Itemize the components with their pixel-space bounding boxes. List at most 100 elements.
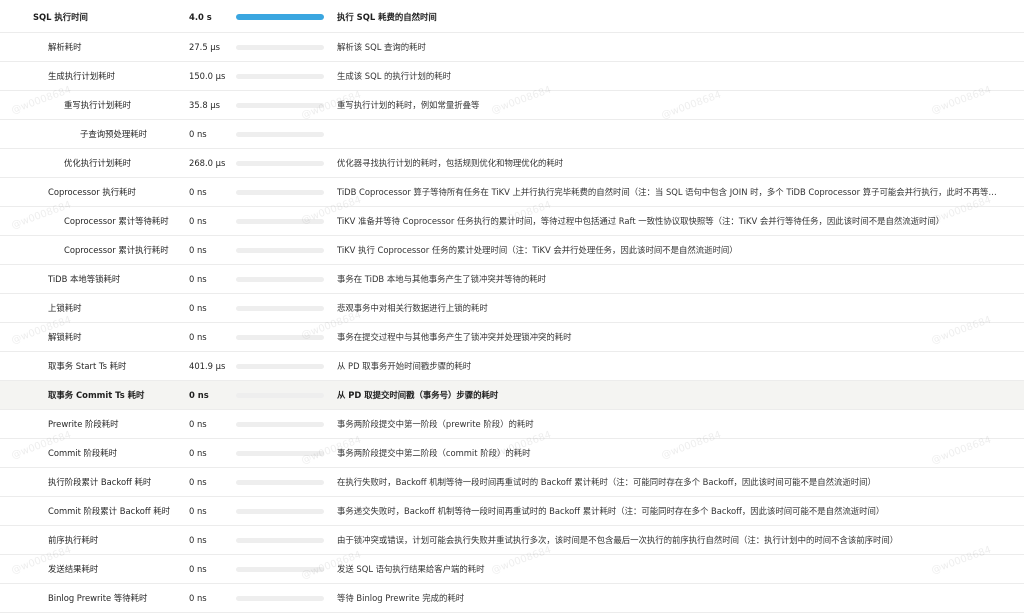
duration-bar	[236, 364, 324, 369]
table-row[interactable]: 取事务 Start Ts 耗时 401.9 µs 从 PD 取事务开始时间戳步骤的耗…	[0, 352, 1024, 381]
metric-description: TiDB Coprocessor 算子等待所有任务在 TiKV 上并行执行完毕耗…	[337, 187, 1000, 197]
metric-value: 268.0 µs	[189, 158, 226, 168]
duration-bar	[236, 45, 324, 50]
metric-description: 执行 SQL 耗费的自然时间	[337, 12, 437, 22]
duration-bar	[236, 161, 324, 166]
metric-description: 等待 Binlog Prewrite 完成的耗时	[337, 593, 465, 603]
metric-value: 0 ns	[189, 564, 207, 574]
metric-name: 解析耗时	[48, 42, 82, 52]
metric-value: 0 ns	[189, 448, 207, 458]
table-row[interactable]: SQL 执行时间 4.0 s 执行 SQL 耗费的自然时间	[0, 0, 1024, 33]
metric-description: 事务在提交过程中与其他事务产生了锁冲突并处理锁冲突的耗时	[337, 332, 572, 342]
metric-name: 取事务 Commit Ts 耗时	[48, 390, 145, 400]
metric-description: 从 PD 取提交时间戳（事务号）步骤的耗时	[337, 390, 499, 400]
metric-name: Commit 阶段累计 Backoff 耗时	[48, 506, 171, 516]
metric-description: 解析该 SQL 查询的耗时	[337, 42, 426, 52]
table-row[interactable]: 取事务 Commit Ts 耗时 0 ns 从 PD 取提交时间戳（事务号）步骤的耗…	[0, 381, 1024, 410]
metric-value: 0 ns	[189, 129, 207, 139]
metric-description: 生成该 SQL 的执行计划的耗时	[337, 71, 452, 81]
metric-value: 401.9 µs	[189, 361, 226, 371]
table-row[interactable]: 解析耗时 27.5 µs 解析该 SQL 查询的耗时	[0, 33, 1024, 62]
metric-description: 发送 SQL 语句执行结果给客户端的耗时	[337, 564, 485, 574]
metric-value: 35.8 µs	[189, 100, 221, 110]
metric-name: Coprocessor 累计执行耗时	[64, 245, 169, 255]
duration-bar	[236, 480, 324, 485]
metric-value: 0 ns	[189, 419, 207, 429]
duration-bar	[236, 335, 324, 340]
table-row[interactable]: Coprocessor 累计等待耗时 0 ns TiKV 准备并等待 Coproce…	[0, 207, 1024, 236]
metric-value: 0 ns	[189, 477, 207, 487]
metric-description: 事务两阶段提交中第一阶段（prewrite 阶段）的耗时	[337, 419, 534, 429]
metric-description: 优化器寻找执行计划的耗时，包括规则优化和物理优化的耗时	[337, 158, 564, 168]
duration-bar	[236, 509, 324, 514]
metric-value: 0 ns	[189, 303, 207, 313]
table-row[interactable]: Prewrite 阶段耗时 0 ns 事务两阶段提交中第一阶段（prewrite 阶…	[0, 410, 1024, 439]
metric-name: Coprocessor 累计等待耗时	[64, 216, 169, 226]
table-row[interactable]: 重写执行计划耗时 35.8 µs 重写执行计划的耗时，例如常量折叠等	[0, 91, 1024, 120]
table-row[interactable]: 生成执行计划耗时 150.0 µs 生成该 SQL 的执行计划的耗时	[0, 62, 1024, 91]
duration-bar	[236, 596, 324, 601]
metric-name: 取事务 Start Ts 耗时	[48, 361, 127, 371]
table-row[interactable]: 子查询预处理耗时 0 ns	[0, 120, 1024, 149]
metric-value: 0 ns	[189, 216, 207, 226]
metric-value: 0 ns	[189, 506, 207, 516]
table-row[interactable]: 发送结果耗时 0 ns 发送 SQL 语句执行结果给客户端的耗时	[0, 555, 1024, 584]
metric-value: 0 ns	[189, 332, 207, 342]
metric-value: 0 ns	[189, 390, 209, 400]
table-row[interactable]: 执行阶段累计 Backoff 耗时 0 ns 在执行失败时，Backoff 机制等待…	[0, 468, 1024, 497]
table-row[interactable]: Coprocessor 累计执行耗时 0 ns TiKV 执行 Coprocesso…	[0, 236, 1024, 265]
table-row[interactable]: 前序执行耗时 0 ns 由于锁冲突或错误，计划可能会执行失败并重试执行多次，该时间是…	[0, 526, 1024, 555]
metric-description: TiKV 准备并等待 Coprocessor 任务执行的累计时间，等待过程中包括…	[337, 216, 945, 226]
metric-value: 0 ns	[189, 245, 207, 255]
metric-name: 解锁耗时	[48, 332, 82, 342]
metric-name: Commit 阶段耗时	[48, 448, 118, 458]
duration-bar	[236, 451, 324, 456]
metric-description: 事务两阶段提交中第二阶段（commit 阶段）的耗时	[337, 448, 531, 458]
table-row[interactable]: Commit 阶段累计 Backoff 耗时 0 ns 事务递交失败时，Backof…	[0, 497, 1024, 526]
metric-value: 4.0 s	[189, 12, 212, 22]
metric-value: 150.0 µs	[189, 71, 226, 81]
duration-bar	[236, 248, 324, 253]
metric-description: TiKV 执行 Coprocessor 任务的累计处理时间（注：TiKV 会并行…	[337, 245, 738, 255]
metric-value: 0 ns	[189, 274, 207, 284]
metric-description: 在执行失败时，Backoff 机制等待一段时间再重试时的 Backoff 累计耗…	[337, 477, 876, 487]
metric-name: 前序执行耗时	[48, 535, 99, 545]
metric-description: 事务递交失败时，Backoff 机制等待一段时间再重试时的 Backoff 累计…	[337, 506, 885, 516]
metric-description: 事务在 TiDB 本地与其他事务产生了锁冲突并等待的耗时	[337, 274, 546, 284]
metric-name: 上锁耗时	[48, 303, 82, 313]
table-row[interactable]: 优化执行计划耗时 268.0 µs 优化器寻找执行计划的耗时，包括规则优化和物理优化…	[0, 149, 1024, 178]
metric-name: Prewrite 阶段耗时	[48, 419, 119, 429]
metric-name: SQL 执行时间	[33, 12, 88, 22]
table-row[interactable]: TiDB 本地等锁耗时 0 ns 事务在 TiDB 本地与其他事务产生了锁冲突并等待…	[0, 265, 1024, 294]
metric-description: 从 PD 取事务开始时间戳步骤的耗时	[337, 361, 472, 371]
table-row[interactable]: Coprocessor 执行耗时 0 ns TiDB Coprocessor 算子等…	[0, 178, 1024, 207]
metric-name: Coprocessor 执行耗时	[48, 187, 136, 197]
duration-bar	[236, 190, 324, 195]
table-row[interactable]: 上锁耗时 0 ns 悲观事务中对相关行数据进行上锁的耗时	[0, 294, 1024, 323]
metric-name: 执行阶段累计 Backoff 耗时	[48, 477, 152, 487]
duration-bar	[236, 132, 324, 137]
metric-description: 悲观事务中对相关行数据进行上锁的耗时	[337, 303, 488, 313]
duration-bar-fill	[236, 14, 324, 20]
metric-name: Binlog Prewrite 等待耗时	[48, 593, 148, 603]
table-row[interactable]: Binlog Prewrite 等待耗时 0 ns 等待 Binlog Prewri…	[0, 584, 1024, 613]
metric-value: 0 ns	[189, 535, 207, 545]
execution-time-table: SQL 执行时间 4.0 s 执行 SQL 耗费的自然时间 解析耗时 27.5 µs 解析…	[0, 0, 1024, 613]
metric-value: 0 ns	[189, 187, 207, 197]
metric-name: 发送结果耗时	[48, 564, 99, 574]
duration-bar	[236, 306, 324, 311]
duration-bar	[236, 277, 324, 282]
metric-name: 优化执行计划耗时	[64, 158, 131, 168]
metric-value: 27.5 µs	[189, 42, 221, 52]
metric-name: 重写执行计划耗时	[64, 100, 131, 110]
duration-bar	[236, 422, 324, 427]
table-row[interactable]: Commit 阶段耗时 0 ns 事务两阶段提交中第二阶段（commit 阶段）的耗…	[0, 439, 1024, 468]
metric-name: TiDB 本地等锁耗时	[48, 274, 121, 284]
duration-bar	[236, 219, 324, 224]
metric-name: 子查询预处理耗时	[80, 129, 147, 139]
duration-bar	[236, 14, 324, 20]
metric-name: 生成执行计划耗时	[48, 71, 115, 81]
table-row[interactable]: 解锁耗时 0 ns 事务在提交过程中与其他事务产生了锁冲突并处理锁冲突的耗时	[0, 323, 1024, 352]
duration-bar	[236, 74, 324, 79]
metric-value: 0 ns	[189, 593, 207, 603]
